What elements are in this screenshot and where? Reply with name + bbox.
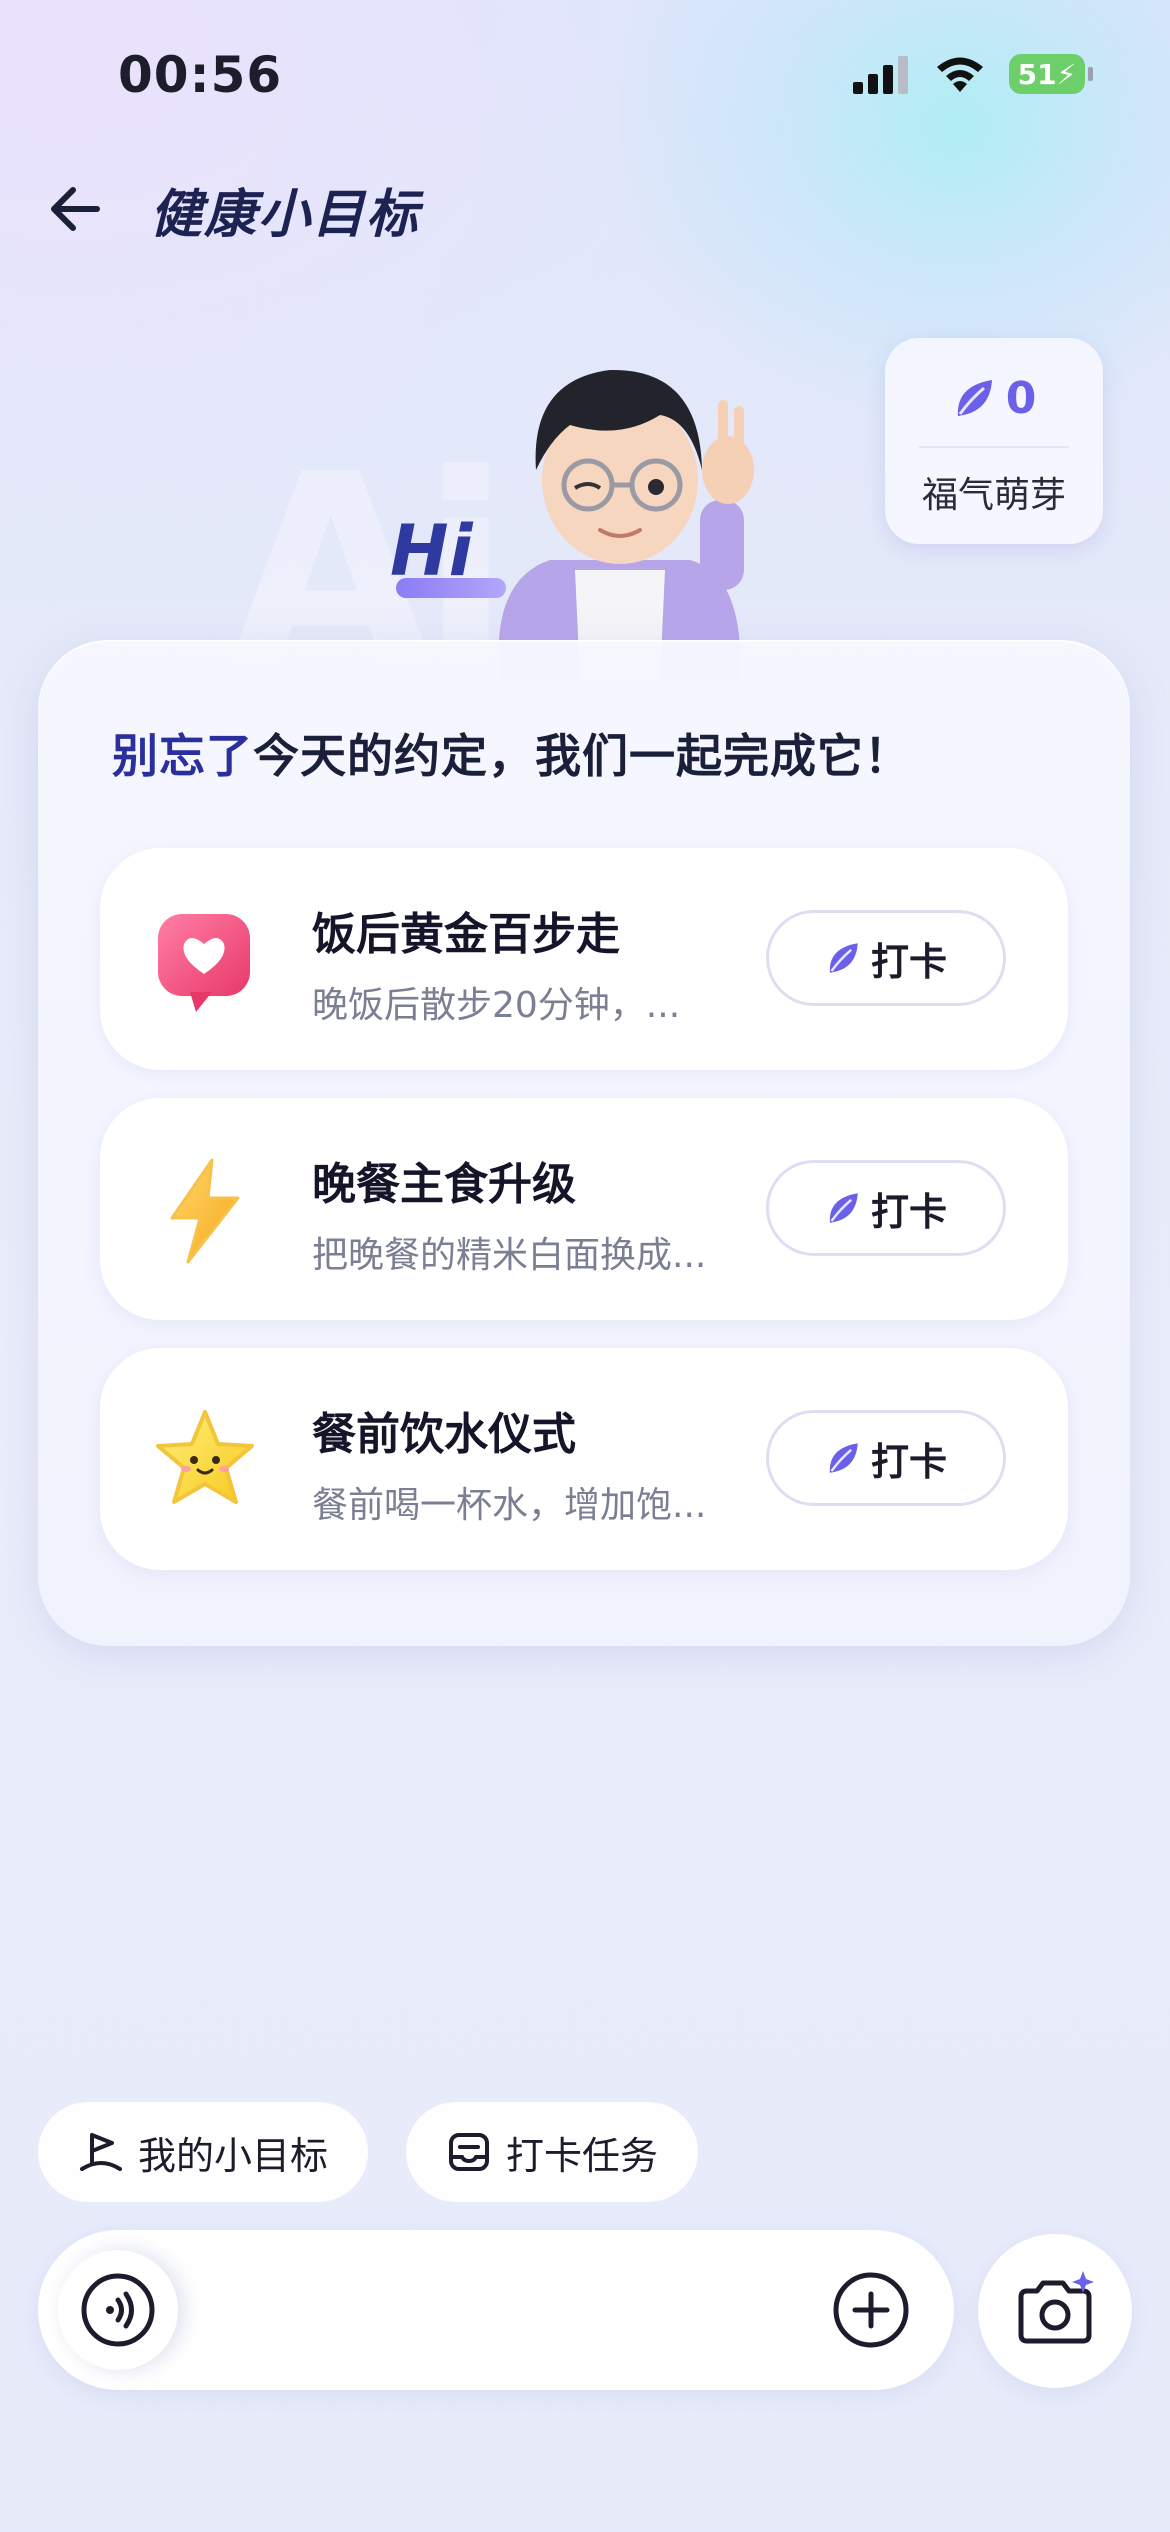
status-time: 00:56 xyxy=(118,46,283,104)
message-input-bar[interactable] xyxy=(38,2230,954,2390)
smiling-star-icon xyxy=(156,1410,254,1504)
task-item[interactable]: 餐前饮水仪式 餐前喝一杯水，增加饱... 打卡 xyxy=(100,1348,1068,1570)
task-title: 餐前饮水仪式 xyxy=(312,1409,576,1460)
camera-sparkle-icon xyxy=(1018,2271,1094,2344)
wifi-icon xyxy=(937,57,983,92)
clipboard-icon xyxy=(449,2133,489,2171)
chip-label: 我的小目标 xyxy=(138,2133,329,2178)
points-card[interactable]: 0 福气萌芽 xyxy=(885,338,1103,544)
leaf-icon xyxy=(957,380,992,416)
checkin-tasks-chip[interactable]: 打卡任务 xyxy=(406,2102,699,2202)
voice-icon xyxy=(81,2273,155,2347)
my-goals-chip[interactable]: 我的小目标 xyxy=(38,2102,369,2202)
goals-card: 别忘了今天的约定，我们一起完成它！ 饭后黄金百步走 晚饭后散步20分钟，... … xyxy=(38,640,1130,1646)
task-description: 把晚餐的精米白面换成... xyxy=(312,1235,707,1276)
leaf-icon xyxy=(829,943,858,973)
points-value: 0 xyxy=(1005,372,1037,424)
checkin-label: 打卡 xyxy=(870,1189,947,1234)
task-item[interactable]: 饭后黄金百步走 晚饭后散步20分钟，... 打卡 xyxy=(100,848,1068,1070)
task-description: 餐前喝一杯水，增加饱... xyxy=(312,1485,707,1526)
checkin-label: 打卡 xyxy=(870,1439,947,1484)
checkin-button[interactable]: 打卡 xyxy=(766,1410,1006,1506)
task-description: 晚饭后散步20分钟，... xyxy=(312,985,681,1026)
heart-bubble-icon xyxy=(158,914,250,1012)
back-button[interactable] xyxy=(44,178,106,240)
camera-button[interactable] xyxy=(978,2234,1132,2388)
lightning-icon xyxy=(170,1158,240,1264)
card-heading-accent: 别忘了 xyxy=(112,729,253,783)
checkin-label: 打卡 xyxy=(870,939,947,984)
card-heading: 别忘了今天的约定，我们一起完成它！ xyxy=(112,720,911,786)
task-title: 饭后黄金百步走 xyxy=(312,909,620,960)
battery-indicator: 51 ⚡ xyxy=(1009,54,1093,94)
voice-button[interactable] xyxy=(58,2250,178,2370)
avatar-character xyxy=(460,320,780,680)
leaf-icon xyxy=(829,1193,858,1223)
page-title: 健康小目标 xyxy=(150,185,421,245)
flag-icon xyxy=(80,2133,122,2171)
checkin-button[interactable]: 打卡 xyxy=(766,1160,1006,1256)
task-item[interactable]: 晚餐主食升级 把晚餐的精米白面换成... 打卡 xyxy=(100,1098,1068,1320)
checkin-button[interactable]: 打卡 xyxy=(766,910,1006,1006)
card-heading-rest: 今天的约定，我们一起完成它！ xyxy=(253,729,911,783)
chip-label: 打卡任务 xyxy=(506,2133,659,2178)
leaf-icon xyxy=(829,1443,858,1473)
add-button[interactable] xyxy=(828,2267,914,2353)
signal-icon xyxy=(853,56,908,94)
task-title: 晚餐主食升级 xyxy=(312,1159,576,1210)
status-icons: 51 ⚡ xyxy=(853,54,1093,94)
points-divider xyxy=(919,446,1069,448)
plus-circle-icon xyxy=(833,2272,909,2348)
arrow-left-icon xyxy=(51,187,100,231)
points-label: 福气萌芽 xyxy=(921,475,1066,516)
points-row: 0 xyxy=(952,368,1037,428)
